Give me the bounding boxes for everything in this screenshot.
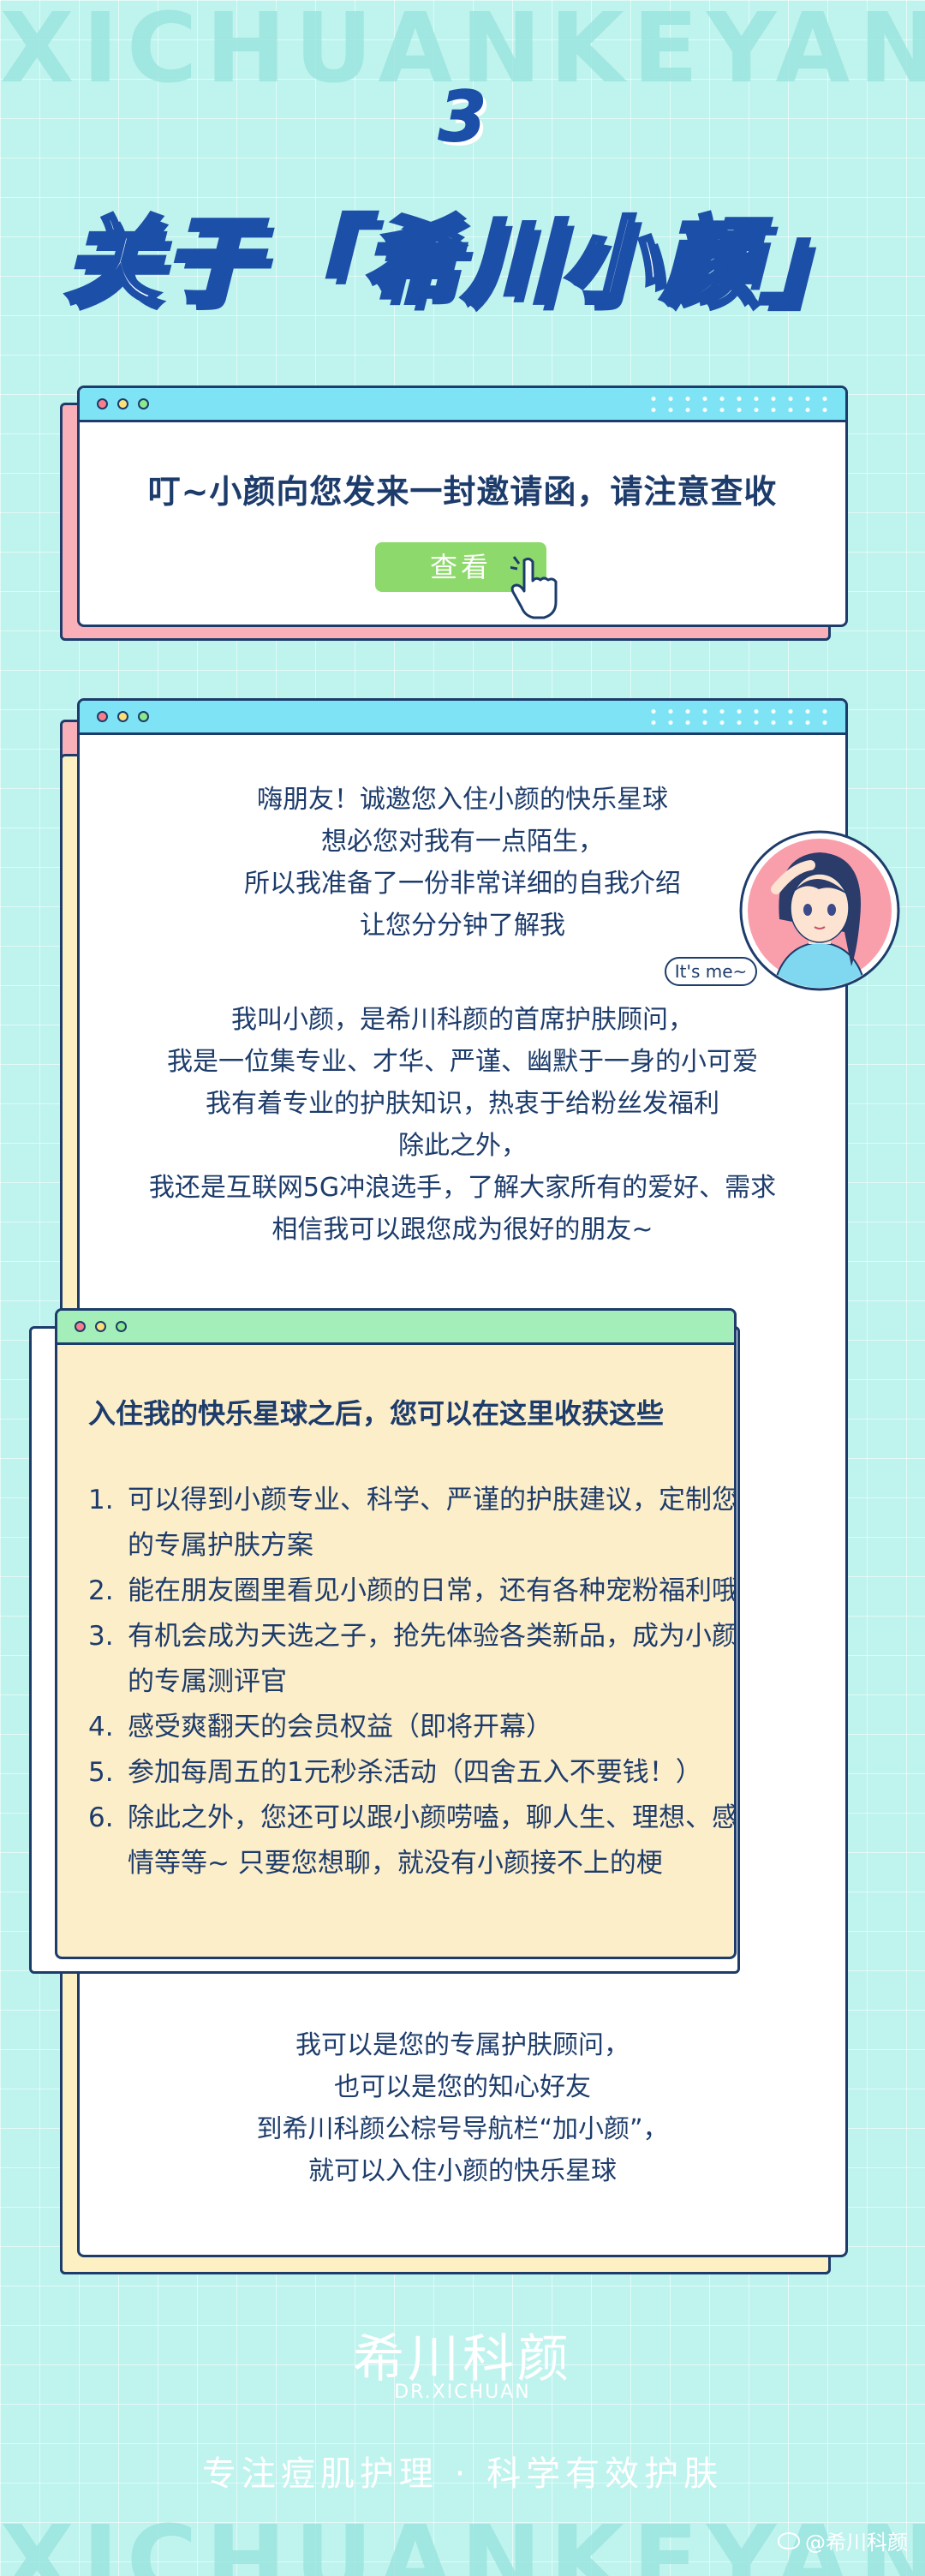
closing-line: 我可以是您的专属护肤顾问， xyxy=(295,2030,630,2060)
greeting-line: 所以我准备了一份非常详细的自我介绍 xyxy=(244,869,681,899)
benefit-list: 1. 可以得到小颜专业、科学、严谨的护肤建议，定制您的专属护肤方案 2. 能在朋友圈… xyxy=(88,1478,737,1886)
window-dot-yellow xyxy=(95,1321,106,1332)
list-item: 4. 感受爽翻天的会员权益（即将开幕） xyxy=(88,1712,552,1742)
benefits-card: 入住我的快乐星球之后，您可以在这里收获这些 1. 可以得到小颜专业、科学、严谨的护… xyxy=(55,1308,737,1959)
window-dot-red xyxy=(97,711,108,722)
avatar-tag: It's me~ xyxy=(665,957,757,986)
benefits-heading: 入住我的快乐星球之后，您可以在这里收获这些 xyxy=(88,1397,665,1430)
list-item: 2. 能在朋友圈里看见小颜的日常，还有各种宠粉福利哦 xyxy=(88,1575,737,1606)
about-line: 相信我可以跟您成为很好的朋友~ xyxy=(272,1215,653,1245)
closing-line: 就可以入住小颜的快乐星球 xyxy=(308,2156,617,2186)
closing-line: 也可以是您的知心好友 xyxy=(334,2072,591,2102)
watermark: @希川科颜 xyxy=(778,2525,908,2555)
invite-message: 叮~小颜向您发来一封邀请函，请注意查收 xyxy=(147,473,778,511)
intro-card-titlebar xyxy=(80,701,845,735)
watermark-text: @希川科颜 xyxy=(805,2531,908,2555)
window-dot-green xyxy=(116,1321,127,1332)
footer-brand-en: DR.XICHUAN xyxy=(394,2382,531,2403)
greeting-line: 让您分分钟了解我 xyxy=(360,911,565,941)
about-line: 我还是互联网5G冲浪选手，了解大家所有的爱好、需求 xyxy=(148,1173,777,1203)
window-dot-yellow xyxy=(117,398,128,409)
window-dot-green xyxy=(138,398,149,409)
window-dot-green xyxy=(138,711,149,722)
greeting-line: 想必您对我有一点陌生， xyxy=(321,827,604,857)
about-line: 我叫小颜，是希川科颜的首席护肤顾问， xyxy=(231,1005,694,1035)
about-line: 我是一位集专业、才华、严谨、幽默于一身的小可爱 xyxy=(167,1047,758,1077)
sparkle-pattern xyxy=(645,706,833,728)
pointer-hand-icon xyxy=(510,556,558,619)
window-dot-yellow xyxy=(117,711,128,722)
closing-line: 到希川科颜公棕号导航栏“加小颜”， xyxy=(256,2114,669,2144)
sparkle-pattern xyxy=(645,393,833,415)
benefits-card-titlebar xyxy=(57,1311,734,1345)
weibo-icon xyxy=(778,2531,800,2549)
list-item: 1. 可以得到小颜专业、科学、严谨的护肤建议，定制您的专属护肤方案 xyxy=(88,1485,737,1561)
list-item: 6. 除此之外，您还可以跟小颜唠嗑，聊人生、理想、感情等等~ 只要您想聊，就没有小… xyxy=(88,1802,737,1879)
section-number: 3 xyxy=(438,76,487,158)
window-dot-red xyxy=(75,1321,86,1332)
list-item: 5. 参加每周五的1元秒杀活动（四舍五入不要钱！） xyxy=(88,1757,702,1788)
page-title: 关于「希川小颜」 xyxy=(63,205,860,319)
invite-card-titlebar xyxy=(80,388,845,422)
about-line: 除此之外， xyxy=(398,1131,527,1161)
footer-slogan: 专注痘肌护理 · 科学有效护肤 xyxy=(201,2454,724,2494)
about-line: 我有着专业的护肤知识，热衷于给粉丝发福利 xyxy=(206,1089,719,1119)
list-item: 3. 有机会成为天选之子，抢先体验各类新品，成为小颜的专属测评官 xyxy=(88,1621,737,1697)
window-dot-red xyxy=(97,398,108,409)
greeting-line: 嗨朋友！诚邀您入住小颜的快乐星球 xyxy=(257,785,668,815)
footer-brand: 希川科颜 xyxy=(353,2329,572,2389)
avatar xyxy=(739,830,900,991)
